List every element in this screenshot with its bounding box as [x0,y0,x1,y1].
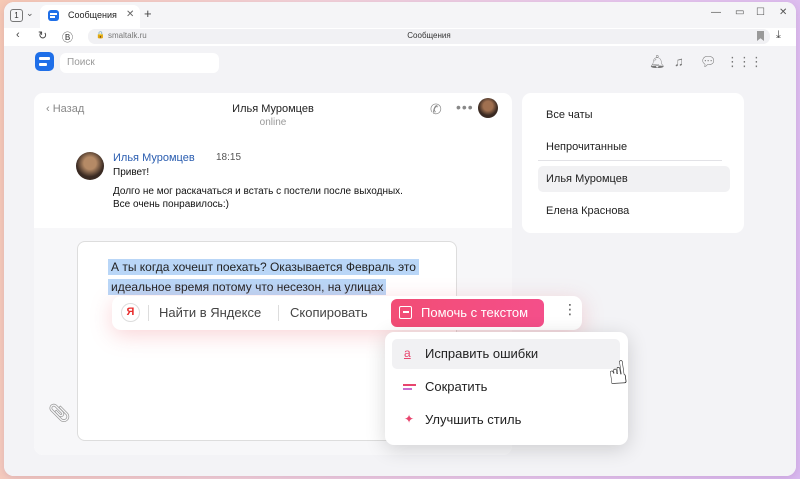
help-with-text-label: Помочь с текстом [421,305,529,320]
chevron-down-icon[interactable]: ⌄ [26,8,34,19]
chat-list-sidebar: Все чаты Непрочитанные Илья Муромцев Еле… [522,93,744,233]
edit-text-icon [399,306,412,319]
avatar[interactable] [478,98,498,118]
navigation-bar: ‹ ↻ Ⓑ 🔒 smaltalk.ru Сообщения ⤓ [4,28,796,46]
toolbar-divider [148,305,149,321]
close-icon[interactable]: ✕ [126,9,134,20]
selected-text-line[interactable]: идеальное время потому что несезон, на у… [108,279,387,295]
menu-item-shorten[interactable]: Сократить [392,372,620,402]
refresh-icon[interactable]: ↻ [38,29,47,42]
more-vertical-icon[interactable]: ⋮ [563,301,577,318]
search-yandex-button[interactable]: Найти в Яндексе [159,305,261,320]
menu-item-fix-errors[interactable]: а Исправить ошибки [392,339,620,369]
menu-item-label: Сократить [425,379,488,394]
messenger-favicon-icon [48,10,59,21]
copy-button[interactable]: Скопировать [290,305,368,320]
message-line: Все очень понравилось:) [113,199,229,210]
sidebar-item-unread[interactable]: Непрочитанные [538,134,730,160]
selected-text-line[interactable]: А ты когда хочешт поехать? Оказывается Ф… [108,259,419,275]
help-with-text-button[interactable]: Помочь с текстом [391,299,544,327]
tab-bar: 1 ⌄ Сообщения ✕ + — ▭ ☐ ✕ [4,2,796,28]
sidebar-divider [538,160,722,161]
sidebar-item-all-chats[interactable]: Все чаты [538,102,730,128]
address-page-title: Сообщения [407,31,451,40]
message-author[interactable]: Илья Муромцев [113,152,195,164]
apps-grid-icon[interactable]: ⋮⋮⋮ [726,54,763,70]
search-input[interactable]: Поиск [60,53,219,73]
messenger-logo-icon[interactable] [35,52,54,71]
bell-icon[interactable]: 🔔︎ [649,54,666,70]
tab-title: Сообщения [68,10,117,20]
sparkle-icon: ✦ [404,412,415,426]
spellcheck-icon: а [404,346,411,360]
new-tab-icon[interactable]: + [144,6,152,21]
more-horizontal-icon[interactable]: ••• [456,99,474,115]
download-icon[interactable]: ⤓ [776,29,781,42]
message-avatar[interactable] [76,152,104,180]
address-bar[interactable]: 🔒 smaltalk.ru Сообщения [88,29,770,44]
menu-item-improve-style[interactable]: ✦ Улучшить стиль [392,405,620,435]
message-line: Привет! [113,167,150,178]
menu-item-label: Исправить ошибки [425,346,539,361]
menu-item-label: Улучшить стиль [425,412,522,427]
restore-icon[interactable]: ▭ [735,7,744,18]
tab-counter[interactable]: 1 [10,9,23,22]
tab-messages[interactable]: Сообщения ✕ [40,5,140,28]
back-arrow-icon[interactable]: ‹ [16,29,20,41]
help-with-text-menu: а Исправить ошибки Сократить ✦ Улучшить … [385,332,628,445]
maximize-icon[interactable]: ☐ [756,7,765,18]
chat-contact-status: online [259,117,287,128]
selection-toolbar: Я Найти в Яндексе Скопировать Помочь с т… [112,296,582,330]
sidebar-item-ilya[interactable]: Илья Муромцев [538,166,730,192]
toolbar-divider [278,305,279,321]
phone-icon[interactable]: ✆ [430,101,442,118]
yandex-protect-icon[interactable]: Ⓑ [62,29,73,45]
browser-window: 1 ⌄ Сообщения ✕ + — ▭ ☐ ✕ ‹ ↻ Ⓑ 🔒 smalta… [4,2,796,476]
minimize-icon[interactable]: — [711,7,721,18]
close-window-icon[interactable]: ✕ [779,7,787,18]
yandex-logo-icon[interactable]: Я [121,303,140,322]
message-time: 18:15 [216,152,242,163]
chat-bubble-icon[interactable]: 💬︎ [700,54,717,70]
sidebar-item-elena[interactable]: Елена Краснова [538,198,730,224]
message-line: Долго не мог раскачаться и встать с пост… [113,186,403,197]
music-icon[interactable]: ♫ [674,54,684,69]
paperclip-icon[interactable]: 📎︎ [48,403,71,424]
